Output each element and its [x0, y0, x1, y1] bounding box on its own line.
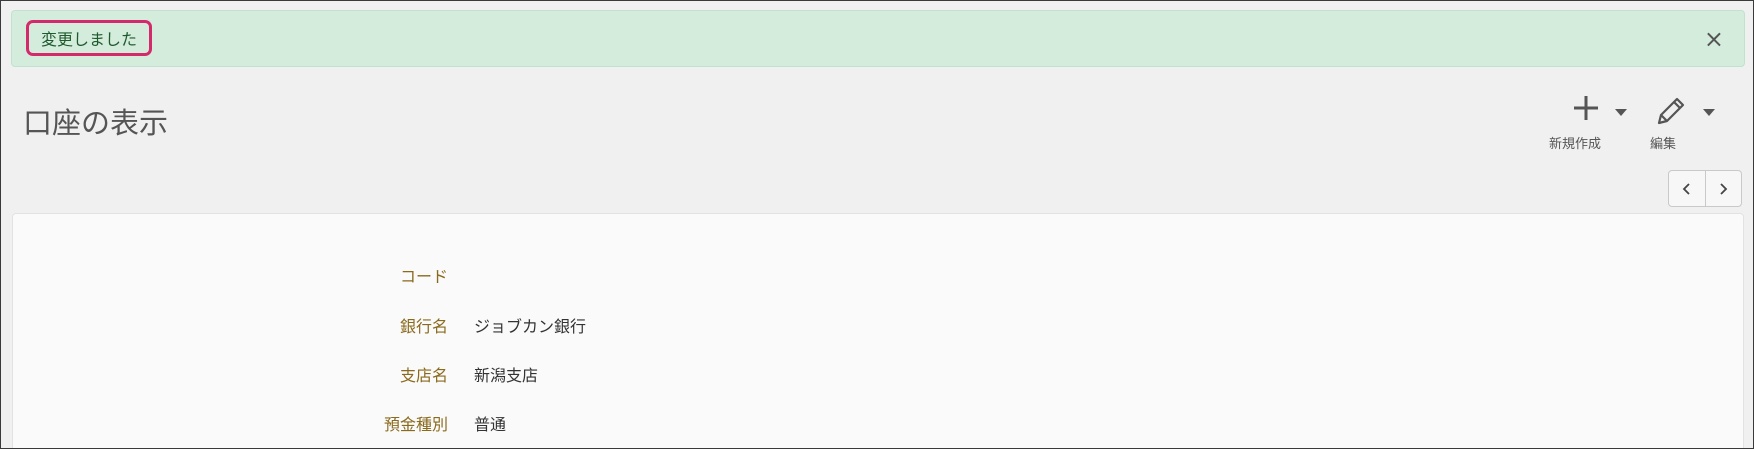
- field-label: コード: [399, 267, 448, 286]
- field-value: 普通: [474, 415, 507, 434]
- next-record-button[interactable]: [1704, 171, 1742, 206]
- plus-icon: [1574, 96, 1598, 120]
- previous-record-button[interactable]: [1669, 171, 1705, 206]
- page-title: 口座の表示: [23, 106, 169, 140]
- close-icon[interactable]: ×: [1704, 25, 1724, 53]
- app-frame: 変更しました × 口座の表示 新規作成 編集 コード 銀行名 ジョブカン銀行 支…: [0, 0, 1754, 449]
- record-pager: [1668, 170, 1742, 207]
- field-value: 新潟支店: [474, 366, 539, 385]
- new-button[interactable]: 新規作成: [1547, 91, 1627, 155]
- edit-button-label: 編集: [1649, 137, 1676, 152]
- chevron-right-icon: [1720, 182, 1728, 195]
- field-label: 支店名: [399, 366, 448, 385]
- account-details-panel: コード 銀行名 ジョブカン銀行 支店名 新潟支店 預金種別 普通: [12, 213, 1744, 448]
- success-alert: 変更しました ×: [11, 10, 1745, 67]
- field-row-branch-name: 支店名 新潟支店: [13, 364, 1013, 388]
- alert-message: 変更しました: [26, 20, 153, 56]
- field-label: 銀行名: [399, 317, 448, 336]
- field-row-bank-name: 銀行名 ジョブカン銀行: [13, 315, 1013, 339]
- chevron-left-icon: [1682, 182, 1690, 195]
- chevron-down-icon[interactable]: [1615, 109, 1627, 116]
- chevron-down-icon[interactable]: [1703, 109, 1715, 116]
- field-row-deposit-type: 預金種別 普通: [13, 413, 1013, 437]
- field-label: 預金種別: [383, 415, 448, 434]
- field-row-code: コード: [13, 265, 1013, 289]
- new-button-label: 新規作成: [1548, 137, 1601, 152]
- edit-button[interactable]: 編集: [1629, 91, 1715, 155]
- field-value: ジョブカン銀行: [474, 317, 587, 336]
- pencil-icon: [1657, 97, 1685, 125]
